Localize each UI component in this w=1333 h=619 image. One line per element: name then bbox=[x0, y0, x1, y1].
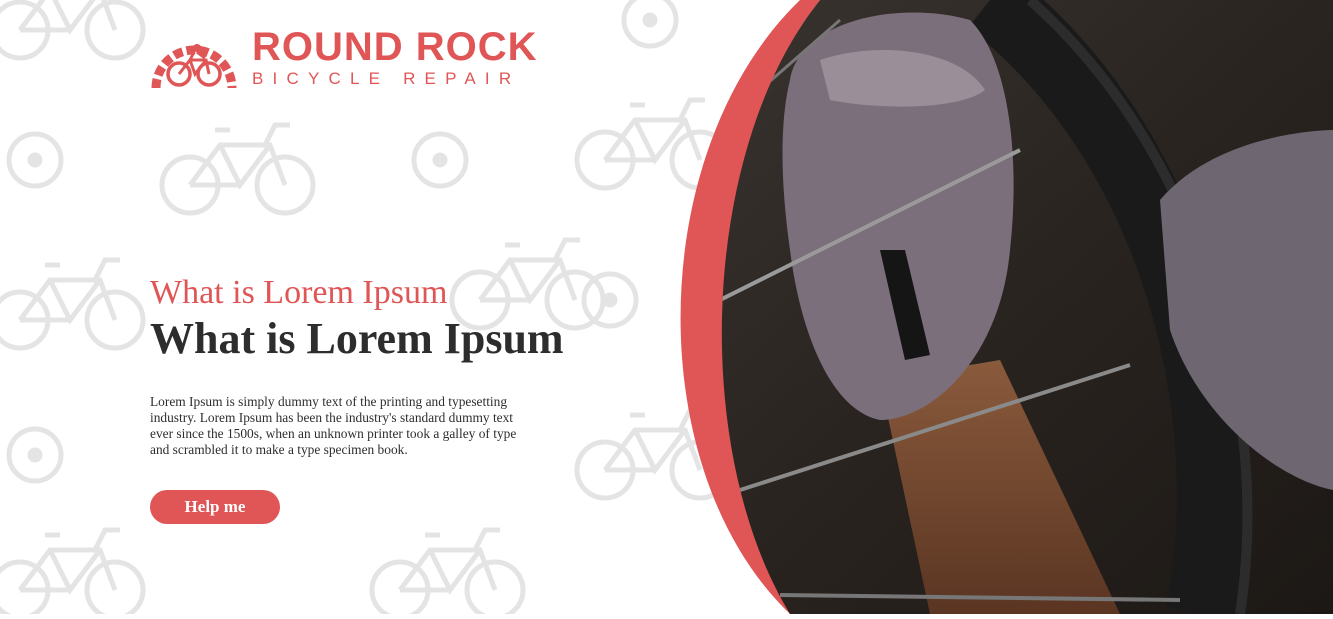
brand-logo[interactable]: ROUND ROCK BICYCLE REPAIR bbox=[150, 25, 538, 92]
help-me-button[interactable]: Help me bbox=[150, 490, 280, 524]
brand-name: ROUND ROCK bbox=[252, 25, 538, 69]
brand-tagline: BICYCLE REPAIR bbox=[252, 69, 521, 88]
hero-subtitle: What is Lorem Ipsum bbox=[150, 274, 448, 311]
brand-text: ROUND ROCK BICYCLE REPAIR bbox=[252, 25, 538, 92]
hero-content: What is Lorem Ipsum What is Lorem Ipsum … bbox=[150, 272, 590, 524]
hero-body-text: Lorem Ipsum is simply dummy text of the … bbox=[150, 394, 517, 457]
bicycle-gear-icon bbox=[151, 44, 237, 89]
hero-title: What is Lorem Ipsum bbox=[150, 314, 564, 363]
